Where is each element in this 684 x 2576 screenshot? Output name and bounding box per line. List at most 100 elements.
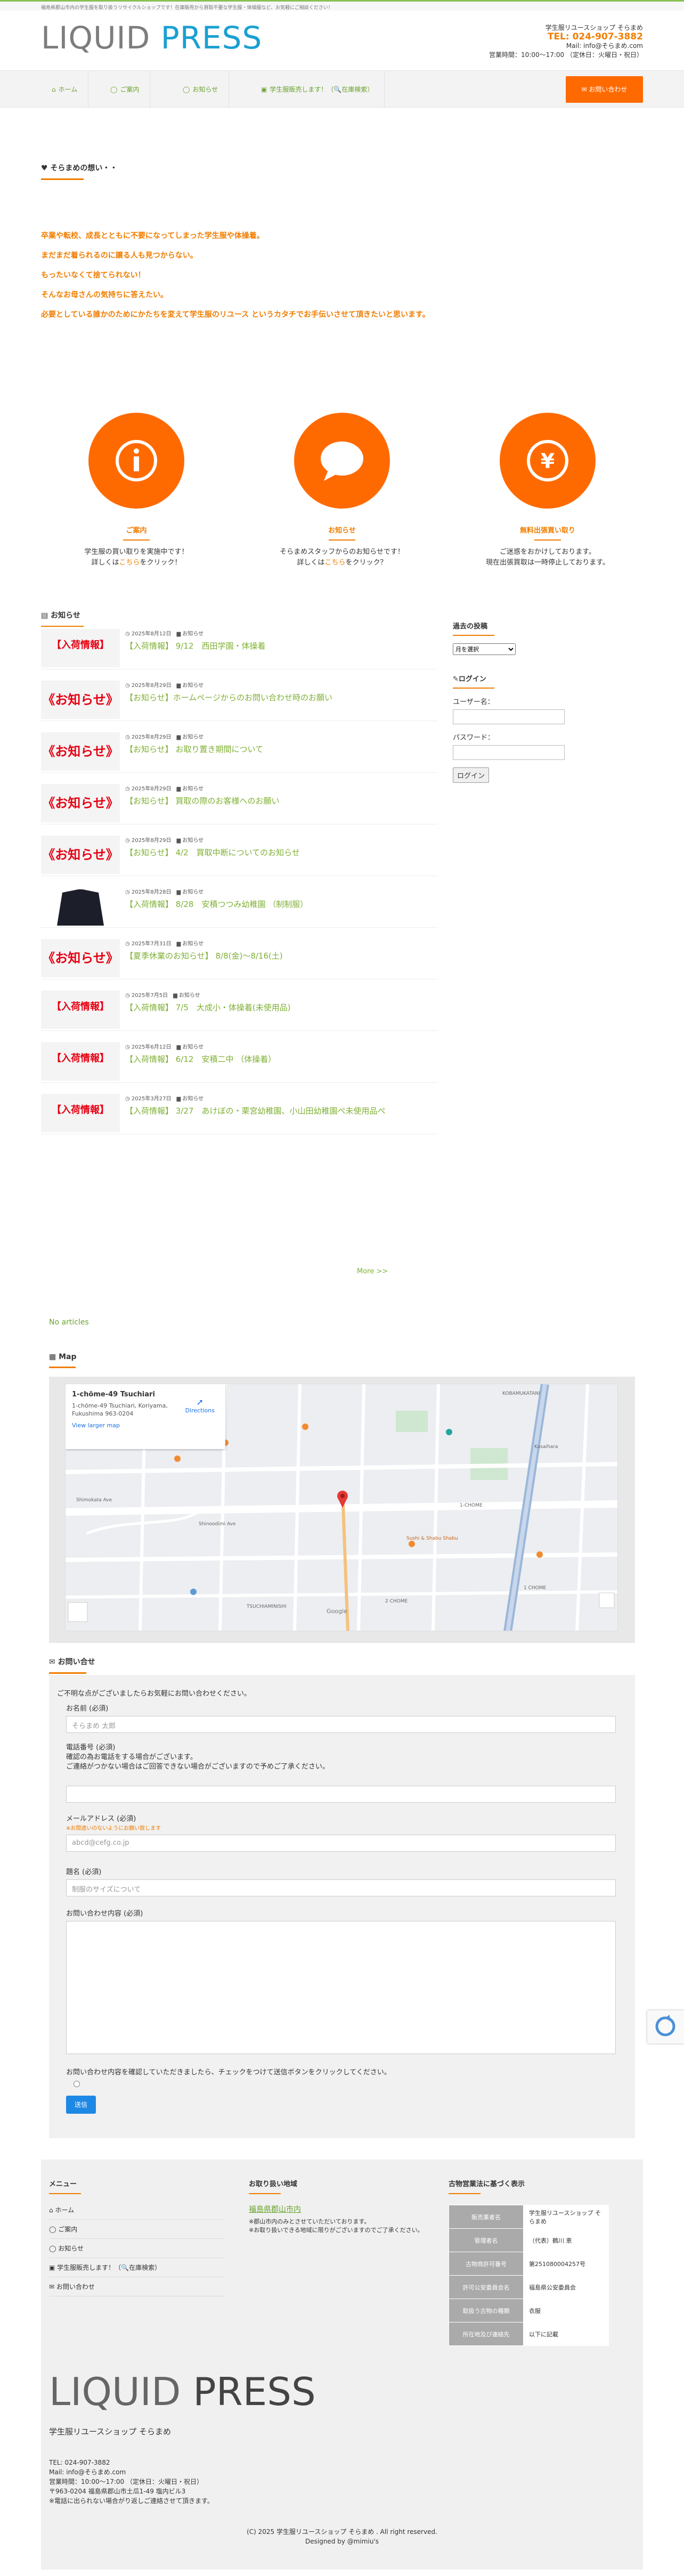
news-title[interactable]: 【お知らせ】 お取り置き期間について — [125, 744, 434, 755]
news-item[interactable]: 【入荷情報】 ◷ 2025年8月12日 ▆ お知らせ 【入荷情報】 9/12 西田学… — [41, 626, 438, 669]
feature-circle[interactable] — [88, 413, 184, 509]
site-logo[interactable]: LIQUID PRESS — [41, 22, 262, 53]
news-category[interactable]: お知らせ — [179, 993, 200, 999]
message-textarea[interactable] — [66, 1921, 616, 2054]
footer-menu-item[interactable]: ⌂ ホーム — [49, 2201, 225, 2220]
feature-link[interactable]: こちら — [119, 559, 140, 567]
directions-link[interactable]: ➚ Directions — [185, 1397, 215, 1414]
footer-menu-item[interactable]: ▣ 学生服販売します！（🔍在庫検索） — [49, 2258, 225, 2277]
news-thumbnail-label: 【入荷情報】 — [52, 1001, 109, 1012]
username-input[interactable] — [453, 709, 565, 724]
heart-icon: ♥ — [41, 164, 51, 173]
news-thumbnail[interactable]: 《お知らせ》 — [41, 732, 120, 771]
mail-icon: ✉ — [581, 86, 589, 93]
more-link[interactable]: More >> — [357, 1267, 388, 1275]
kobutsu-key: 管理者名 — [449, 2228, 524, 2252]
nav-item-home[interactable]: ⌂ ホーム — [41, 71, 89, 108]
news-category[interactable]: お知らせ — [182, 838, 203, 844]
news-title[interactable]: 【入荷情報】 8/28 安積つつみ幼稚園 （制制服） — [125, 899, 434, 910]
news-title[interactable]: 【お知らせ】ホームページからのお問い合わせ時のお願い — [125, 692, 434, 704]
footer-menu-item[interactable]: ◯ お知らせ — [49, 2239, 225, 2258]
omoi-line: 必要としている誰かのためにかたちを変えて学生服のリユース というカタチでお手伝い… — [41, 310, 430, 319]
news-thumbnail[interactable]: 《お知らせ》 — [41, 939, 120, 977]
footer-shop-name: 学生服リユースショップ そらまめ — [49, 2427, 172, 2436]
feature-circle[interactable]: ¥ — [500, 413, 596, 509]
news-thumbnail[interactable]: 【入荷情報】 — [41, 1042, 120, 1081]
news-title[interactable]: 【入荷情報】 3/27 あけぼの・栗宮幼稚園、小山田幼稚園ぺ未使用品ぺ — [125, 1106, 434, 1117]
news-thumbnail[interactable]: 《お知らせ》 — [41, 836, 120, 874]
news-item[interactable]: ◷ 2025年8月28日 ▆ お知らせ 【入荷情報】 8/28 安積つつみ幼稚園 … — [41, 884, 438, 928]
area-title[interactable]: 福島県郡山市内 — [249, 2204, 425, 2214]
news-item[interactable]: 《お知らせ》 ◷ 2025年8月29日 ▆ お知らせ 【お知らせ】 お取り置き期間に… — [41, 729, 438, 773]
news-thumbnail[interactable]: 《お知らせ》 — [41, 681, 120, 719]
confirm-checkbox[interactable] — [74, 2081, 80, 2087]
news-item[interactable]: 《お知らせ》 ◷ 2025年8月29日 ▆ お知らせ 【お知らせ】 4/2 買取中断… — [41, 832, 438, 876]
archive-select[interactable]: 月を選択 — [453, 643, 516, 655]
name-input[interactable]: そらまめ 太郎 — [66, 1716, 616, 1733]
news-category[interactable]: お知らせ — [182, 683, 203, 689]
folder-icon: ▆ — [176, 631, 183, 637]
clock-icon: ◷ — [125, 993, 132, 999]
feature-link[interactable]: こちら — [324, 559, 345, 567]
contact-button[interactable]: ✉ お問い合わせ — [566, 76, 643, 103]
sidebar: 過去の投稿 月を選択 ✎ログイン ユーザー名： パスワード： ログイン — [453, 620, 570, 783]
news-category[interactable]: お知らせ — [182, 889, 203, 895]
news-title[interactable]: 【入荷情報】 9/12 西田学園・体操着 — [125, 641, 434, 652]
feature-circle[interactable] — [294, 413, 390, 509]
kobutsu-key: 取扱う古物の種類 — [449, 2299, 524, 2323]
news-item[interactable]: 《お知らせ》 ◷ 2025年8月29日 ▆ お知らせ 【お知らせ】 買取の際のお客様… — [41, 781, 438, 824]
cart-icon: ▣ — [49, 2264, 58, 2271]
news-thumbnail[interactable]: 【入荷情報】 — [41, 1094, 120, 1132]
news-meta: ◷ 2025年7月5日 ▆ お知らせ — [125, 991, 200, 999]
news-category[interactable]: お知らせ — [182, 786, 203, 792]
news-category[interactable]: お知らせ — [182, 941, 203, 947]
news-item[interactable]: 【入荷情報】 ◷ 2025年3月27日 ▆ お知らせ 【入荷情報】 3/27 あけぼ… — [41, 1091, 438, 1134]
phone-label-text: 電話番号 (必須) — [66, 1744, 116, 1752]
kobutsu-value: 以下に記載 — [523, 2322, 609, 2346]
news-item[interactable]: 【入荷情報】 ◷ 2025年7月5日 ▆ お知らせ【入荷情報】 7/5 大成小・体… — [41, 987, 438, 1031]
omoi-line: もったいなくて捨てられない！ — [41, 271, 145, 280]
phone-input[interactable] — [66, 1786, 616, 1803]
news-item[interactable]: 《お知らせ》 ◷ 2025年8月29日 ▆ お知らせ 【お知らせ】ホームページからの… — [41, 677, 438, 721]
omoi-heading: ♥ そらまめの想い・・ — [41, 162, 117, 180]
footer-logo[interactable]: LIQUID PRESS — [49, 2373, 316, 2411]
nav-item-sale[interactable]: ▣ 学生服販売します！（🔍在庫検索） — [250, 71, 385, 108]
news-item[interactable]: 《お知らせ》 ◷ 2025年7月31日 ▆ お知らせ 【夏季休業のお知らせ】 8/8… — [41, 936, 438, 979]
news-heading: ▤ お知らせ — [41, 610, 84, 627]
google-map[interactable]: KOBAMUKATANI TSUCHIAMINISHI Kasaihara 1-… — [65, 1384, 618, 1631]
news-title[interactable]: 【夏季休業のお知らせ】 8/8(金)〜8/16(土) — [125, 951, 434, 962]
omoi-line: そんなお母さんの気持ちに答えたい。 — [41, 291, 168, 299]
news-category[interactable]: お知らせ — [182, 1044, 203, 1050]
feature-desc-text: 詳しくは — [91, 559, 119, 567]
news-thumbnail[interactable]: 【入荷情報】 — [41, 991, 120, 1029]
news-thumbnail[interactable]: 【入荷情報】 — [41, 629, 120, 667]
password-input[interactable] — [453, 745, 565, 760]
view-larger-map-link[interactable]: View larger map — [72, 1422, 219, 1429]
login-button[interactable]: ログイン — [453, 767, 490, 783]
news-title[interactable]: 【お知らせ】 買取の際のお客様へのお願い — [125, 796, 434, 807]
footer-menu-item[interactable]: ◯ ご案内 — [49, 2220, 225, 2239]
contact-button-label: お問い合わせ — [589, 86, 628, 93]
map-label: Kasaihara — [534, 1444, 558, 1450]
news-category[interactable]: お知らせ — [182, 1096, 203, 1102]
nav-item-news[interactable]: ◯ お知らせ — [172, 71, 230, 108]
header-mail[interactable]: Mail: info@そらまめ.com — [489, 42, 643, 51]
send-button[interactable]: 送信 — [66, 2096, 96, 2114]
header-tel[interactable]: TEL: 024-907-3882 — [489, 32, 643, 42]
news-date: 2025年7月5日 — [131, 993, 168, 999]
news-thumbnail[interactable] — [41, 887, 120, 926]
news-category[interactable]: お知らせ — [182, 734, 203, 740]
news-title[interactable]: 【入荷情報】 7/5 大成小・体操着(未使用品) — [125, 1002, 434, 1013]
news-title[interactable]: 【お知らせ】 4/2 買取中断についてのお知らせ — [125, 847, 434, 858]
nav-item-guide[interactable]: ◯ ご案内 — [100, 71, 151, 108]
email-input[interactable]: abcd@cefg.co.jp — [66, 1835, 616, 1852]
news-title[interactable]: 【入荷情報】 6/12 安積二中 （体操着） — [125, 1054, 434, 1065]
news-thumbnail[interactable]: 《お知らせ》 — [41, 784, 120, 822]
news-item[interactable]: 【入荷情報】 ◷ 2025年6月12日 ▆ お知らせ 【入荷情報】 6/12 安積二… — [41, 1039, 438, 1083]
recaptcha-badge[interactable] — [647, 2010, 684, 2043]
directions-label: Directions — [185, 1407, 215, 1414]
footer-menu-item[interactable]: ✉ お問い合わせ — [49, 2277, 225, 2296]
news-category[interactable]: お知らせ — [182, 631, 203, 637]
info-icon: ◯ — [49, 2226, 59, 2233]
subject-input[interactable]: 制服のサイズについて — [66, 1879, 616, 1896]
